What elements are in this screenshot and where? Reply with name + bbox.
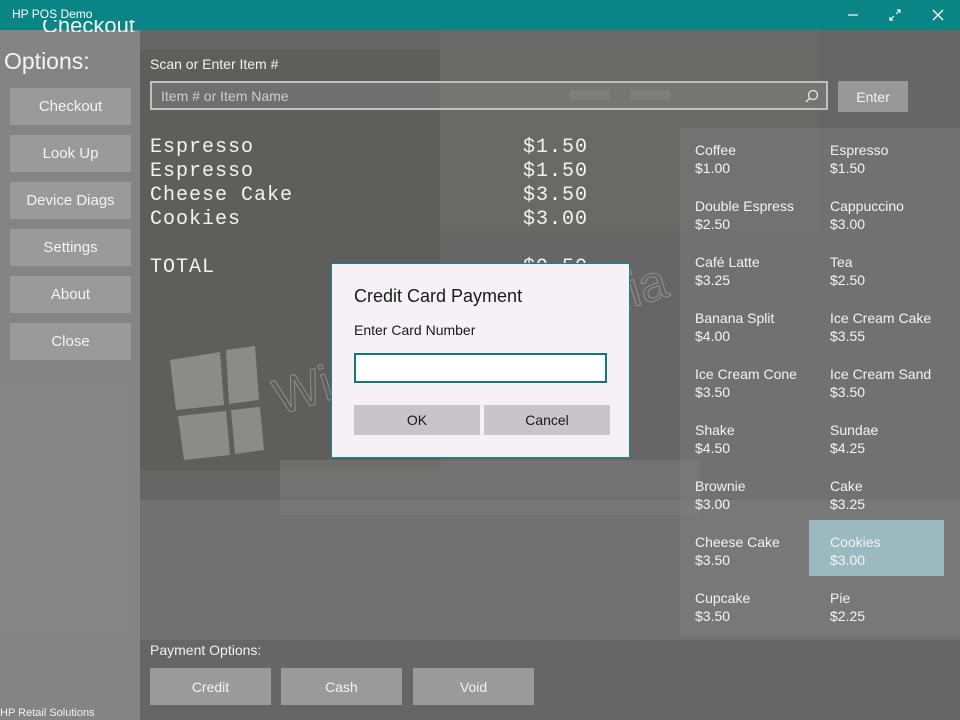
cancel-button[interactable]: Cancel	[484, 405, 610, 435]
minimize-icon	[848, 14, 858, 16]
close-icon	[932, 9, 944, 21]
dialog-title: Credit Card Payment	[354, 286, 523, 306]
card-number-label: Enter Card Number	[354, 322, 476, 338]
app-title: HP POS Demo	[12, 7, 93, 21]
card-number-input[interactable]	[354, 353, 607, 383]
credit-card-dialog: Credit Card Payment Enter Card Number OK…	[331, 263, 630, 458]
title-bar: HP POS Demo	[0, 0, 960, 30]
restore-button[interactable]	[880, 4, 910, 26]
close-window-button[interactable]	[923, 4, 953, 26]
ok-button[interactable]: OK	[354, 405, 480, 435]
restore-icon	[889, 9, 901, 21]
minimize-button[interactable]	[838, 4, 868, 26]
